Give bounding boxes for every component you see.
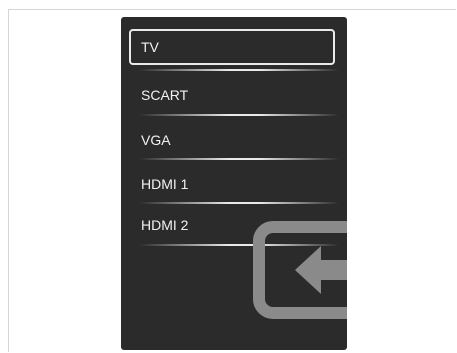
menu-item-tv[interactable]: TV: [129, 29, 335, 65]
menu-separator: [139, 158, 339, 160]
menu-item-label: TV: [141, 39, 159, 55]
menu-separator: [139, 69, 339, 71]
menu-item-label: SCART: [141, 87, 189, 103]
menu-item-hdmi-1[interactable]: HDMI 1: [129, 166, 335, 202]
menu-separator: [139, 114, 339, 116]
menu-item-label: HDMI 2: [141, 217, 189, 233]
menu-item-scart[interactable]: SCART: [129, 77, 335, 113]
menu-item-label: HDMI 1: [141, 176, 189, 192]
menu-separator: [139, 202, 339, 204]
input-source-icon: [253, 221, 347, 319]
menu-item-vga[interactable]: VGA: [129, 122, 335, 158]
menu-item-label: VGA: [141, 132, 171, 148]
source-menu-panel: TV SCART VGA HDMI 1 HDMI 2: [121, 17, 347, 350]
